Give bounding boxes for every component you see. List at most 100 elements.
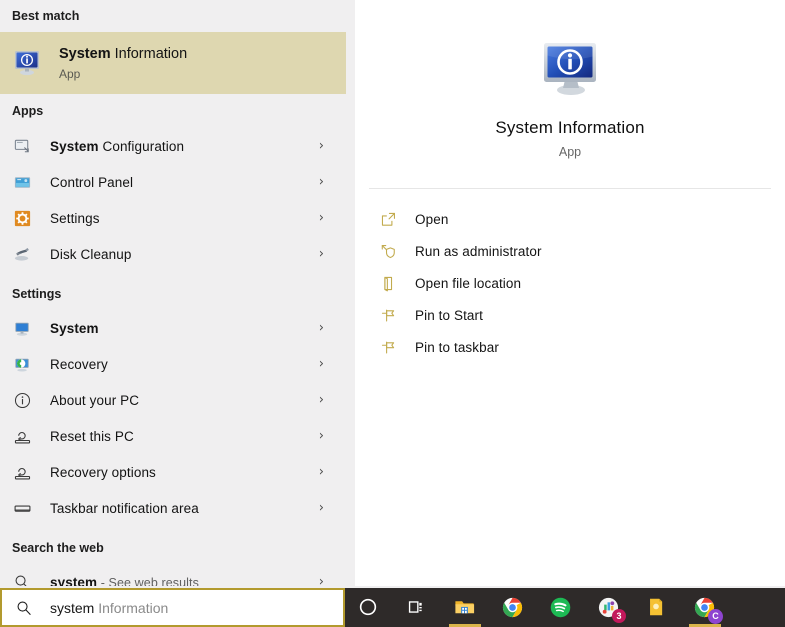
- info-circle-icon: [12, 390, 32, 410]
- chevron-right-icon[interactable]: ›: [319, 176, 324, 189]
- best-match-result-system-information[interactable]: System Information App: [0, 32, 346, 94]
- chevron-right-icon[interactable]: ›: [319, 322, 324, 335]
- result-setting-system[interactable]: System ›: [0, 310, 346, 346]
- pin-icon: [379, 306, 397, 324]
- best-match-header: Best match: [12, 9, 80, 23]
- recovery-icon: [12, 354, 32, 374]
- chevron-right-icon[interactable]: ›: [319, 140, 324, 153]
- spotify-icon: [549, 596, 573, 620]
- taskbar-item-spotify[interactable]: [537, 588, 585, 627]
- result-label: system - See web results: [50, 574, 199, 587]
- chevron-right-icon[interactable]: ›: [319, 394, 324, 407]
- chevron-right-icon[interactable]: ›: [319, 358, 324, 371]
- chrome-icon: [501, 596, 525, 620]
- result-label: Recovery options: [50, 464, 156, 480]
- taskbar-item-chrome-profile[interactable]: C: [681, 588, 729, 627]
- action-label: Open file location: [415, 275, 522, 291]
- colorful-circle-icon: 3: [597, 596, 626, 623]
- action-pin-to-taskbar[interactable]: Pin to taskbar: [355, 331, 785, 363]
- settings-header: Settings: [12, 287, 62, 301]
- result-label: Control Panel: [50, 174, 134, 190]
- action-open-file-location[interactable]: Open file location: [355, 267, 785, 299]
- result-setting-recovery[interactable]: Recovery ›: [0, 346, 346, 382]
- taskbar-item-chrome[interactable]: [489, 588, 537, 627]
- taskbar-item-sticky-notes[interactable]: [633, 588, 681, 627]
- action-open[interactable]: Open: [355, 203, 785, 235]
- result-label: System Configuration: [50, 138, 185, 154]
- yellow-note-icon: [645, 596, 669, 620]
- result-web-search-system[interactable]: system - See web results ›: [0, 564, 346, 586]
- file-explorer-icon: [453, 596, 477, 620]
- chevron-right-icon[interactable]: ›: [319, 466, 324, 479]
- action-run-as-administrator[interactable]: Run as administrator: [355, 235, 785, 267]
- result-label: Settings: [50, 210, 100, 226]
- result-label: About your PC: [50, 392, 140, 408]
- best-match-subtitle: App: [59, 66, 81, 81]
- action-pin-to-start[interactable]: Pin to Start: [355, 299, 785, 331]
- result-disk-cleanup[interactable]: Disk Cleanup ›: [0, 236, 346, 272]
- result-label: System: [50, 320, 99, 336]
- cortana-circle-icon: [357, 596, 381, 620]
- search-icon: [12, 572, 32, 586]
- chevron-right-icon[interactable]: ›: [319, 430, 324, 443]
- taskbar-item-notifications-app[interactable]: 3: [585, 588, 633, 627]
- search-input[interactable]: system Information: [0, 588, 345, 627]
- chevron-right-icon[interactable]: ›: [319, 212, 324, 225]
- result-setting-taskbar-notification-area[interactable]: Taskbar notification area ›: [0, 490, 346, 526]
- disk-cleanup-icon: [12, 244, 32, 264]
- control-panel-icon: [12, 172, 32, 192]
- preview-subtitle: App: [558, 144, 582, 159]
- taskbar-icon: [12, 498, 32, 518]
- result-setting-recovery-options[interactable]: Recovery options ›: [0, 454, 346, 490]
- result-system-configuration[interactable]: System Configuration ›: [0, 128, 346, 164]
- best-match-text: System Information App: [59, 45, 187, 80]
- reset-pc-icon: [12, 462, 32, 482]
- taskbar-item-task-view[interactable]: [393, 588, 441, 627]
- shield-admin-icon: [379, 242, 397, 260]
- result-label: Recovery: [50, 356, 108, 372]
- app-preview-panel: System Information App Open Run as admin…: [355, 0, 785, 586]
- chevron-right-icon[interactable]: ›: [319, 576, 324, 587]
- search-icon: [14, 598, 34, 618]
- chevron-right-icon[interactable]: ›: [319, 248, 324, 261]
- apps-header: Apps: [12, 104, 44, 118]
- action-label: Run as administrator: [415, 243, 542, 259]
- open-icon: [379, 210, 397, 228]
- search-typed-text: system: [50, 599, 95, 616]
- result-label: Taskbar notification area: [50, 500, 199, 516]
- task-view-icon: [405, 596, 429, 620]
- reset-pc-icon: [12, 426, 32, 446]
- action-label: Open: [415, 211, 449, 227]
- taskbar-item-cortana[interactable]: [345, 588, 393, 627]
- notification-badge: 3: [612, 608, 626, 623]
- result-label: Disk Cleanup: [50, 246, 132, 262]
- search-the-web-header: Search the web: [12, 541, 104, 555]
- best-match-title: System Information: [59, 46, 188, 63]
- taskbar: 3 C: [345, 588, 785, 627]
- preview-actions-list: Open Run as administrator Open file loca…: [355, 189, 785, 363]
- result-label: Reset this PC: [50, 428, 134, 444]
- action-label: Pin to Start: [415, 307, 483, 323]
- system-information-icon: [538, 36, 602, 100]
- chevron-right-icon[interactable]: ›: [319, 502, 324, 515]
- preview-title: System Information: [495, 117, 645, 137]
- pin-icon: [379, 338, 397, 356]
- start-menu-search-screen: Best match System Information App Apps S…: [0, 0, 785, 627]
- folder-location-icon: [379, 274, 397, 292]
- result-control-panel[interactable]: Control Panel ›: [0, 164, 346, 200]
- search-results-panel: Best match System Information App Apps S…: [0, 0, 346, 586]
- preview-hero: System Information App: [355, 0, 785, 188]
- system-monitor-icon: [12, 318, 32, 338]
- result-setting-about-your-pc[interactable]: About your PC ›: [0, 382, 346, 418]
- msconfig-icon: [12, 136, 32, 156]
- result-setting-reset-this-pc[interactable]: Reset this PC ›: [0, 418, 346, 454]
- profile-badge: C: [708, 608, 723, 624]
- chrome-icon: C: [693, 596, 723, 624]
- result-settings[interactable]: Settings ›: [0, 200, 346, 236]
- action-label: Pin to taskbar: [415, 339, 499, 355]
- search-suggestion-text: Information: [94, 599, 169, 616]
- taskbar-item-file-explorer[interactable]: [441, 588, 489, 627]
- settings-gear-icon: [12, 208, 32, 228]
- system-information-icon: [12, 47, 44, 79]
- search-input-text: system Information: [50, 600, 168, 616]
